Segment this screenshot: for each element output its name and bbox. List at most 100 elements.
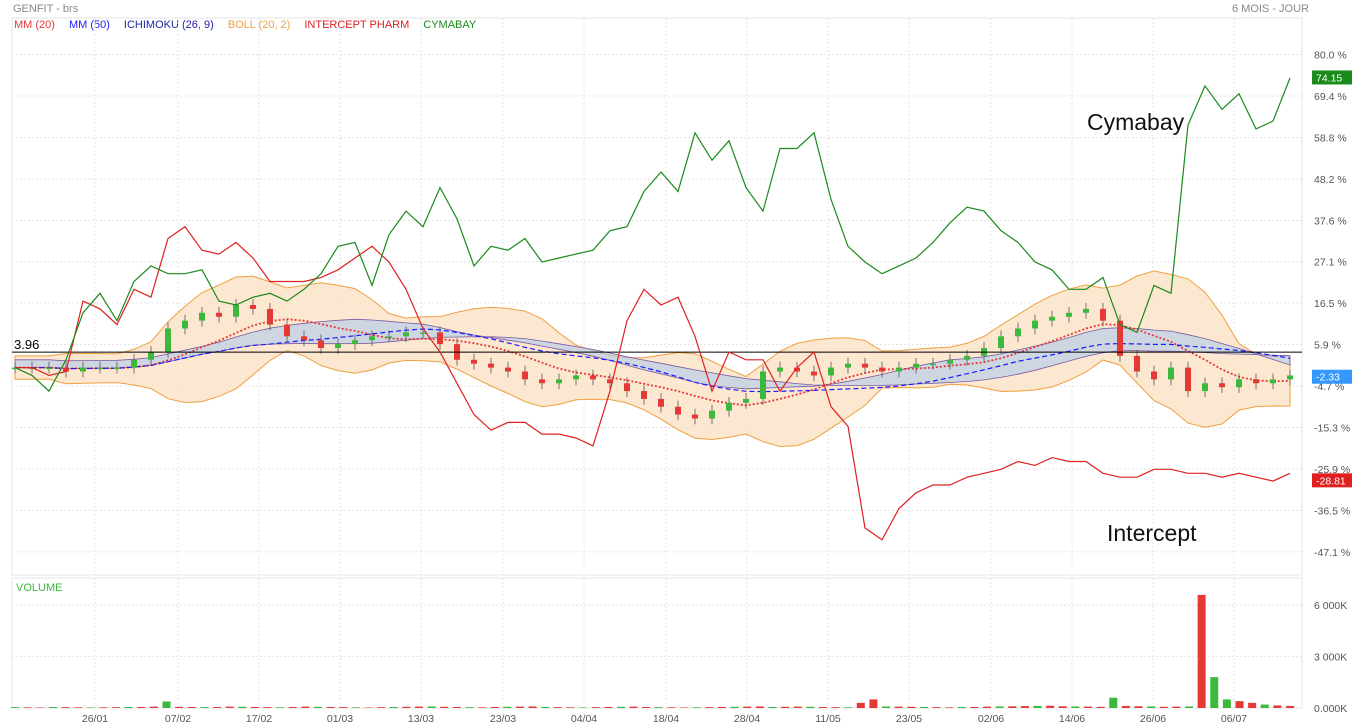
candle-body (1185, 367, 1191, 392)
volume-bar (1248, 702, 1257, 708)
intercept-last-value: -28.81 (1316, 475, 1346, 487)
volume-bar (1134, 706, 1143, 708)
candle-body (624, 383, 630, 392)
volume-bar (869, 699, 878, 708)
volume-bar (36, 707, 45, 708)
volume-bar (326, 706, 335, 708)
volume-bar (579, 707, 588, 708)
candle-body (862, 363, 868, 368)
volume-bar (541, 706, 550, 708)
candle-body (420, 332, 426, 334)
volume-bar (932, 707, 941, 708)
volume-bar (781, 706, 790, 708)
y-tick-label: 37.6 % (1314, 215, 1347, 227)
candle-body (403, 332, 409, 337)
cymabay-last-value: 74.15 (1316, 72, 1342, 84)
candle-body (182, 320, 188, 329)
x-tick-label: 04/04 (571, 713, 597, 725)
x-tick-label: 11/05 (815, 713, 841, 725)
candle-body (930, 363, 936, 366)
volume-bar (301, 706, 310, 708)
volume-bar (1172, 706, 1181, 708)
candle-body (97, 367, 103, 370)
volume-bar (856, 702, 865, 708)
candle-body (1287, 375, 1293, 380)
candle-body (267, 308, 273, 325)
volume-bar (137, 706, 146, 708)
candle-body (1236, 379, 1242, 388)
genfit-chart: 3.96 Cymabay Intercept VOLUME 80.0 % 69.4 … (11, 17, 1352, 725)
candle-body (539, 379, 545, 384)
volume-bar (276, 707, 285, 708)
volume-bar (490, 706, 499, 708)
candle-body (1049, 316, 1055, 321)
volume-bar (1008, 706, 1017, 708)
volume-bar (528, 706, 537, 708)
volume-tick-label: 6 000K (1314, 600, 1347, 612)
volume-bar (1197, 594, 1206, 708)
volume-bar (1109, 697, 1118, 708)
candle-body (233, 305, 239, 317)
candle-body (896, 367, 902, 372)
candle-body (199, 312, 205, 321)
volume-bar (86, 707, 95, 708)
volume-bar (440, 706, 449, 708)
volume-bar (225, 706, 234, 708)
candle-body (386, 336, 392, 338)
volume-tick-label: 3 000K (1314, 652, 1347, 664)
candle-body (913, 363, 919, 368)
candle-body (1032, 320, 1038, 329)
volume-bar (124, 706, 133, 708)
candle-body (488, 363, 494, 368)
y-tick-label: -36.5 % (1314, 505, 1350, 517)
volume-bar (945, 707, 954, 708)
volume-bar (61, 707, 70, 708)
volume-bar (48, 706, 57, 708)
volume-bar (1260, 704, 1269, 708)
y-tick-label: 5.9 % (1314, 340, 1341, 352)
volume-bar (970, 706, 979, 708)
volume-tick-label: 0.000K (1314, 703, 1347, 715)
candle-body (114, 367, 120, 370)
candle-body (777, 367, 783, 372)
candle-body (692, 414, 698, 419)
candle-body (318, 340, 324, 349)
volume-bar (882, 706, 891, 708)
volume-bar (983, 706, 992, 708)
candle-body (658, 398, 664, 407)
candle-body (165, 328, 171, 352)
candle-body (726, 402, 732, 411)
volume-bar (680, 707, 689, 708)
volume-bar (566, 707, 575, 708)
volume-bar (99, 707, 108, 708)
volume-bar (238, 706, 247, 708)
volume-bar (162, 701, 171, 708)
x-tick-label: 02/06 (978, 713, 1004, 725)
volume-bar (831, 707, 840, 708)
volume-bar (642, 706, 651, 708)
volume-bar (503, 706, 512, 708)
volume-bar (200, 707, 209, 708)
volume-bar (1071, 706, 1080, 708)
candle-body (131, 359, 137, 368)
volume-bar (263, 707, 272, 708)
candle-body (250, 305, 256, 309)
y-tick-label: 27.1 % (1314, 257, 1347, 269)
volume-panel-frame (11, 577, 1303, 709)
volume-bar (667, 707, 676, 708)
x-tick-label: 26/01 (82, 713, 108, 725)
volume-bar (793, 706, 802, 708)
candle-body (590, 375, 596, 380)
volume-bar (616, 706, 625, 708)
volume-bar (1020, 706, 1029, 708)
volume-bar (402, 706, 411, 708)
y-tick-label: 16.5 % (1314, 298, 1347, 310)
volume-bar (654, 707, 663, 708)
volume-bar (844, 707, 853, 708)
reference-line-label: 3.96 (14, 337, 39, 352)
volume-bar (1273, 705, 1282, 708)
volume-bar (1121, 705, 1130, 708)
candle-body (148, 351, 154, 360)
volume-bar (1096, 706, 1105, 708)
volume-bar (452, 706, 461, 708)
